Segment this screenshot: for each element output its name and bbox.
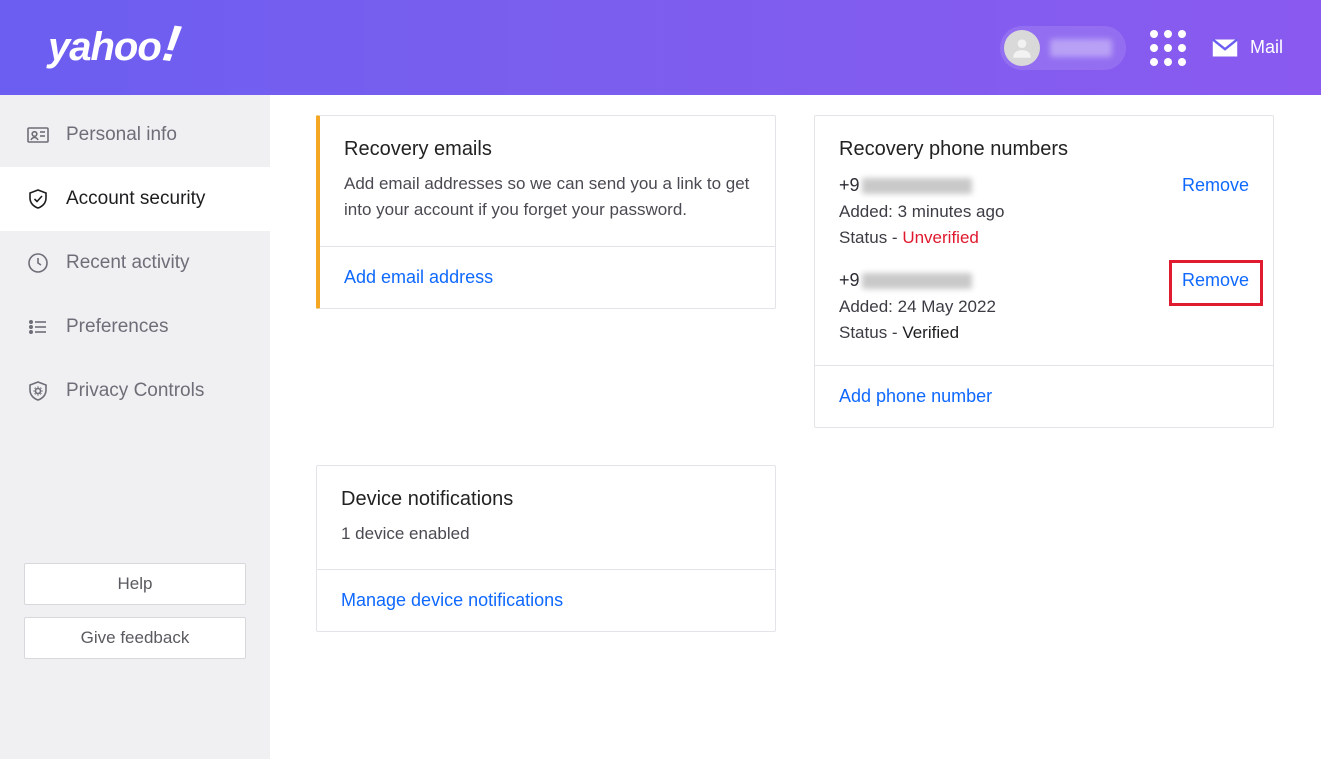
- sidebar: Personal info Account security Recent ac…: [0, 95, 270, 759]
- card-title: Device notifications: [341, 488, 751, 511]
- card-title: Recovery emails: [344, 138, 751, 161]
- id-card-icon: [26, 123, 50, 147]
- phone-prefix: +9: [839, 270, 860, 291]
- sidebar-item-account-security[interactable]: Account security: [0, 167, 270, 231]
- avatar-icon: [1004, 30, 1040, 66]
- phone-status: Status - Unverified: [839, 228, 1249, 248]
- account-name-redacted: [1050, 39, 1112, 57]
- sidebar-item-recent-activity[interactable]: Recent activity: [0, 231, 270, 295]
- phone-number: +9: [839, 175, 972, 196]
- add-email-address-link[interactable]: Add email address: [344, 267, 493, 287]
- remove-phone-link[interactable]: Remove: [1182, 175, 1249, 196]
- mail-link[interactable]: Mail: [1210, 37, 1283, 59]
- phone-number: +9: [839, 270, 972, 291]
- sidebar-item-label: Personal info: [66, 124, 177, 146]
- recovery-emails-card: Recovery emails Add email addresses so w…: [316, 115, 776, 309]
- apps-grid-icon[interactable]: [1150, 30, 1186, 66]
- list-icon: [26, 315, 50, 339]
- give-feedback-button[interactable]: Give feedback: [24, 617, 246, 659]
- clock-icon: [26, 251, 50, 275]
- phone-status: Status - Verified: [839, 323, 1249, 343]
- phone-added: Added: 3 minutes ago: [839, 202, 1249, 222]
- sidebar-item-label: Privacy Controls: [66, 380, 204, 402]
- phone-entry: +9 Remove Added: 3 minutes ago Status - …: [839, 175, 1249, 248]
- help-button[interactable]: Help: [24, 563, 246, 605]
- phone-redacted: [862, 273, 972, 289]
- shield-gear-icon: [26, 379, 50, 403]
- sidebar-item-label: Recent activity: [66, 252, 190, 274]
- card-title: Recovery phone numbers: [839, 138, 1249, 161]
- phone-added: Added: 24 May 2022: [839, 297, 1249, 317]
- sidebar-item-personal-info[interactable]: Personal info: [0, 103, 270, 167]
- device-notifications-card: Device notifications 1 device enabled Ma…: [316, 465, 776, 632]
- recovery-phones-card: Recovery phone numbers +9 Remove Added: …: [814, 115, 1274, 428]
- card-description: Add email addresses so we can send you a…: [344, 171, 751, 224]
- sidebar-item-label: Account security: [66, 188, 205, 210]
- remove-phone-link[interactable]: Remove: [1182, 270, 1249, 291]
- global-header: yahoo! Mail: [0, 0, 1321, 95]
- manage-device-notifications-link[interactable]: Manage device notifications: [341, 590, 563, 610]
- add-phone-number-link[interactable]: Add phone number: [839, 386, 992, 406]
- account-menu[interactable]: [1000, 26, 1126, 70]
- mail-label: Mail: [1250, 37, 1283, 58]
- sidebar-item-label: Preferences: [66, 316, 168, 338]
- device-count: 1 device enabled: [341, 521, 751, 547]
- logo-text: yahoo: [48, 25, 161, 70]
- phone-prefix: +9: [839, 175, 860, 196]
- logo-bang-icon: !: [159, 13, 184, 75]
- sidebar-item-preferences[interactable]: Preferences: [0, 295, 270, 359]
- phone-entry: +9 Remove Added: 24 May 2022 Status - Ve…: [839, 270, 1249, 343]
- shield-check-icon: [26, 187, 50, 211]
- main-content: Recovery emails Add email addresses so w…: [270, 95, 1321, 759]
- phone-redacted: [862, 178, 972, 194]
- yahoo-logo[interactable]: yahoo!: [48, 18, 179, 78]
- sidebar-item-privacy-controls[interactable]: Privacy Controls: [0, 359, 270, 423]
- mail-icon: [1210, 37, 1240, 59]
